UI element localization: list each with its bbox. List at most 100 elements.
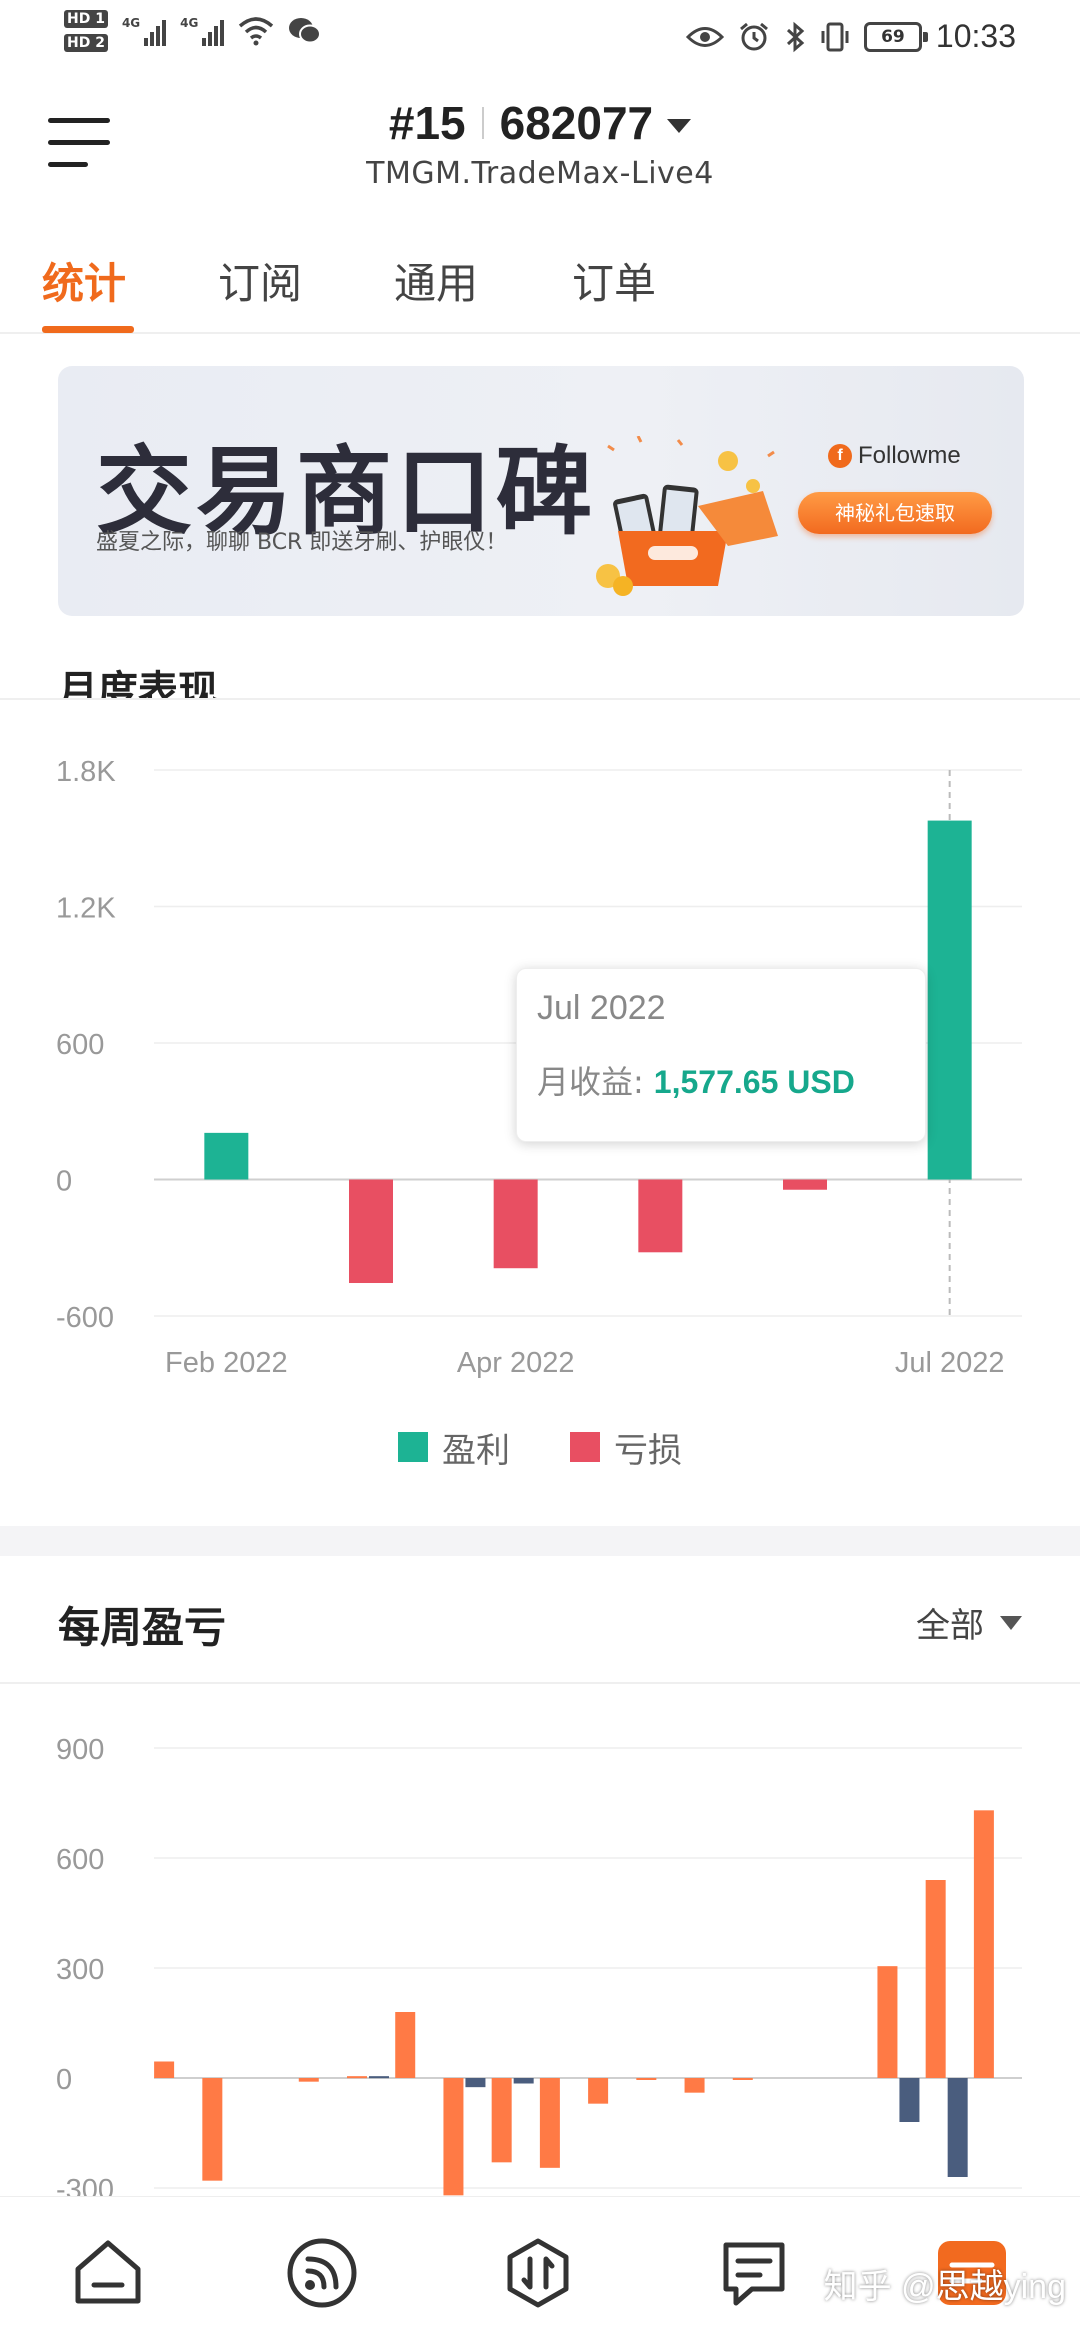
tab-general[interactable]: 通用 — [394, 250, 478, 311]
weekly-bar — [684, 2078, 705, 2093]
y-tick-label: 600 — [56, 1844, 104, 1876]
followme-logo: f Followme — [828, 442, 961, 470]
vibrate-icon — [821, 22, 849, 51]
weekly-bar-secondary — [899, 2078, 920, 2122]
bar-apr-2022 — [493, 1179, 538, 1269]
bar-jun-2022 — [783, 1179, 827, 1190]
banner-subtitle: 盛夏之际，聊聊 BCR 即送牙刷、护眼仪！ — [96, 530, 508, 555]
weekly-bar — [347, 2076, 367, 2079]
weekly-filter-dropdown[interactable]: 全部 — [916, 1598, 1022, 1647]
status-bar-left: HD 1 HD 2 4G 4G — [64, 10, 322, 52]
account-title[interactable]: #15 682077 — [388, 96, 692, 150]
chart-legend: 盈利 亏损 — [0, 1422, 1080, 1472]
weekly-bar — [491, 2078, 512, 2163]
legend-loss-label: 亏损 — [614, 1430, 682, 1471]
tab-statistics[interactable]: 统计 — [42, 250, 126, 311]
hd2-badge: HD 2 — [64, 34, 108, 52]
section-divider — [0, 1526, 1080, 1556]
caret-down-icon — [1000, 1615, 1022, 1630]
tab-subscribe[interactable]: 订阅 — [218, 250, 302, 311]
tooltip-date: Jul 2022 — [537, 989, 666, 1027]
x-tick-label: Feb 2022 — [165, 1347, 288, 1379]
weekly-bar — [588, 2078, 609, 2104]
y-tick-label: 0 — [56, 1166, 72, 1198]
eye-icon — [685, 26, 724, 47]
tooltip-value: 1,577.65 USD — [653, 1064, 855, 1100]
weekly-section-title: 每周盈亏 — [58, 1603, 227, 1652]
y-tick-label: 300 — [56, 1954, 104, 1986]
list-icon[interactable] — [716, 2235, 792, 2311]
gift-button[interactable]: 神秘礼包速取 — [798, 492, 992, 534]
signal-icon-2: 4G — [180, 16, 225, 46]
status-bar-right: 69 10:33 — [685, 18, 1016, 55]
y-tick-label: 1.2K — [56, 893, 116, 925]
gift-box-icon — [596, 436, 778, 596]
weekly-filter-label: 全部 — [916, 1606, 984, 1646]
wifi-icon — [239, 17, 274, 46]
weekly-bar — [443, 2078, 464, 2196]
tab-bar: 统计 订阅 通用 订单 — [0, 230, 1080, 334]
legend-profit[interactable]: 盈利 — [398, 1422, 510, 1472]
weekly-section-header: 每周盈亏 全部 — [0, 1556, 1080, 1684]
y-tick-label: 0 — [56, 2064, 72, 2096]
rss-icon[interactable] — [284, 2235, 360, 2311]
weekly-bar — [539, 2078, 560, 2168]
weekly-bar — [973, 1810, 994, 2078]
legend-loss[interactable]: 亏损 — [570, 1422, 682, 1472]
chevron-down-icon[interactable] — [667, 119, 692, 133]
bar-feb-2022 — [204, 1132, 249, 1180]
hd-indicators: HD 1 HD 2 — [64, 10, 108, 52]
wechat-icon — [289, 18, 322, 44]
legend-profit-label: 盈利 — [442, 1430, 510, 1471]
y-tick-label: -600 — [56, 1302, 114, 1334]
battery-icon: 69 — [863, 21, 928, 52]
account-rank: #15 — [388, 97, 466, 149]
legend-profit-swatch — [398, 1432, 428, 1462]
legend-loss-swatch — [570, 1432, 600, 1462]
bluetooth-icon — [786, 21, 805, 52]
tab-orders[interactable]: 订单 — [572, 250, 656, 311]
monthly-chart: 1.8K 1.2K 600 0 -600 Feb 2022 Apr 2022 Jul 2022… — [0, 700, 1080, 1520]
monthly-section-title: 月度表现 — [58, 668, 218, 700]
weekly-bar — [636, 2078, 657, 2080]
weekly-bar — [395, 2012, 416, 2078]
weekly-bar — [732, 2078, 753, 2080]
y-tick-label: 600 — [56, 1029, 104, 1061]
weekly-bar-secondary — [369, 2076, 389, 2079]
network-type-2: 4G — [180, 16, 199, 30]
weekly-bar — [298, 2078, 319, 2082]
promo-banner[interactable]: 交易商口碑 盛夏之际，聊聊 BCR 即送牙刷、护眼仪！ f Followme 神… — [58, 366, 1024, 616]
account-id: 682077 — [499, 97, 654, 149]
clock: 10:33 — [935, 18, 1016, 54]
bottom-navigation: 知乎 @思越ying — [0, 2196, 1080, 2340]
alarm-icon — [739, 22, 768, 50]
weekly-chart-svg: 9006003000-300 — [56, 1734, 1022, 2206]
brand-name: Followme — [858, 442, 961, 469]
x-tick-label: Jul 2022 — [895, 1347, 1005, 1379]
followme-logo-icon: f — [828, 444, 852, 468]
active-tab-indicator — [42, 326, 134, 333]
account-server: TMGM.TradeMax-Live4 — [366, 156, 714, 191]
app-header: #15 682077 TMGM.TradeMax-Live4 — [0, 78, 1080, 208]
monthly-section-header: 月度表现 — [0, 648, 1080, 700]
home-icon[interactable] — [70, 2235, 146, 2311]
tooltip-row: 月收益: 1,577.65 USD — [537, 1057, 855, 1103]
watermark: 知乎 @思越ying — [823, 2268, 1066, 2306]
divider — [481, 107, 484, 139]
account-selector[interactable]: #15 682077 TMGM.TradeMax-Live4 — [0, 96, 1080, 191]
weekly-bar-secondary — [465, 2078, 486, 2088]
x-tick-label: Apr 2022 — [457, 1347, 575, 1379]
network-type-1: 4G — [121, 16, 141, 30]
weekly-bar — [202, 2078, 223, 2181]
weekly-chart: 900 600 300 0 -300 — [0, 1686, 1080, 2206]
bar-jul-2022 — [927, 820, 972, 1180]
weekly-bar-secondary — [947, 2078, 968, 2177]
signal-icon-1: 4G — [121, 16, 167, 46]
weekly-bar — [877, 1966, 898, 2078]
y-tick-label: 900 — [56, 1734, 104, 1766]
weekly-bar — [154, 2061, 175, 2078]
trade-icon[interactable] — [500, 2235, 576, 2311]
tooltip-label: 月收益: — [537, 1063, 644, 1101]
weekly-bar-secondary — [513, 2078, 534, 2084]
y-tick-label: 1.8K — [56, 756, 116, 788]
